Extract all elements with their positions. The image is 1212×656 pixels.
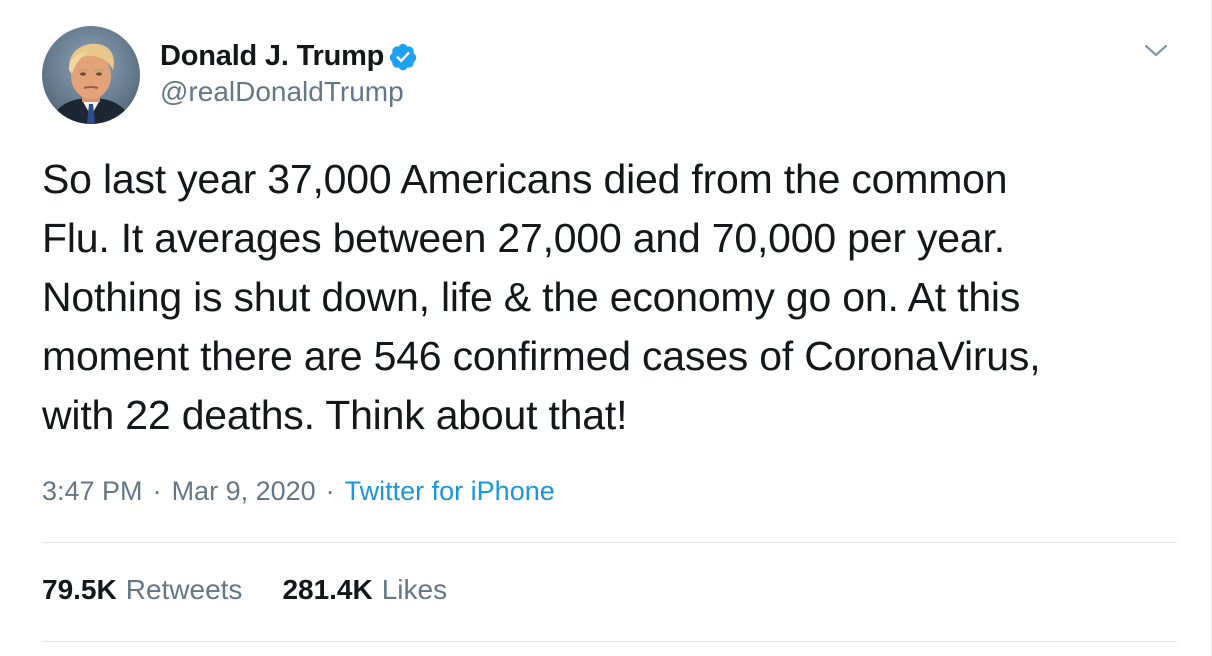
author-name-link[interactable]: Donald J. Trump [160, 40, 418, 73]
avatar-image [42, 26, 140, 124]
tweet-time[interactable]: 3:47 PM [42, 476, 143, 507]
meta-separator: · [152, 476, 162, 506]
author-handle[interactable]: @realDonaldTrump [160, 76, 418, 108]
tweet-header: Donald J. Trump @realDonaldTrump [42, 26, 418, 126]
tweet-stats: 79.5K Retweets 281.4K Likes [42, 574, 487, 606]
retweets-label: Retweets [125, 574, 243, 605]
tweet-card: Donald J. Trump @realDonaldTrump So last… [0, 0, 1212, 656]
tweet-source-link[interactable]: Twitter for iPhone [345, 476, 555, 507]
likes-label: Likes [381, 574, 448, 605]
retweets-count: 79.5K [42, 574, 117, 605]
chevron-down-icon[interactable] [1141, 38, 1171, 62]
display-name: Donald J. Trump [160, 40, 385, 72]
likes-count: 281.4K [282, 574, 373, 605]
meta-separator: · [325, 476, 335, 506]
divider [42, 641, 1177, 642]
tweet-text: So last year 37,000 Americans died from … [42, 156, 1041, 438]
tweet-metadata: 3:47 PM · Mar 9, 2020 · Twitter for iPho… [42, 476, 555, 507]
retweets-stat[interactable]: 79.5K Retweets [42, 574, 242, 606]
likes-stat[interactable]: 281.4K Likes [282, 574, 447, 606]
divider [42, 542, 1177, 543]
verified-badge-icon [388, 42, 418, 72]
avatar[interactable] [42, 26, 140, 124]
author-names: Donald J. Trump @realDonaldTrump [160, 40, 418, 108]
tweet-date[interactable]: Mar 9, 2020 [172, 476, 316, 507]
